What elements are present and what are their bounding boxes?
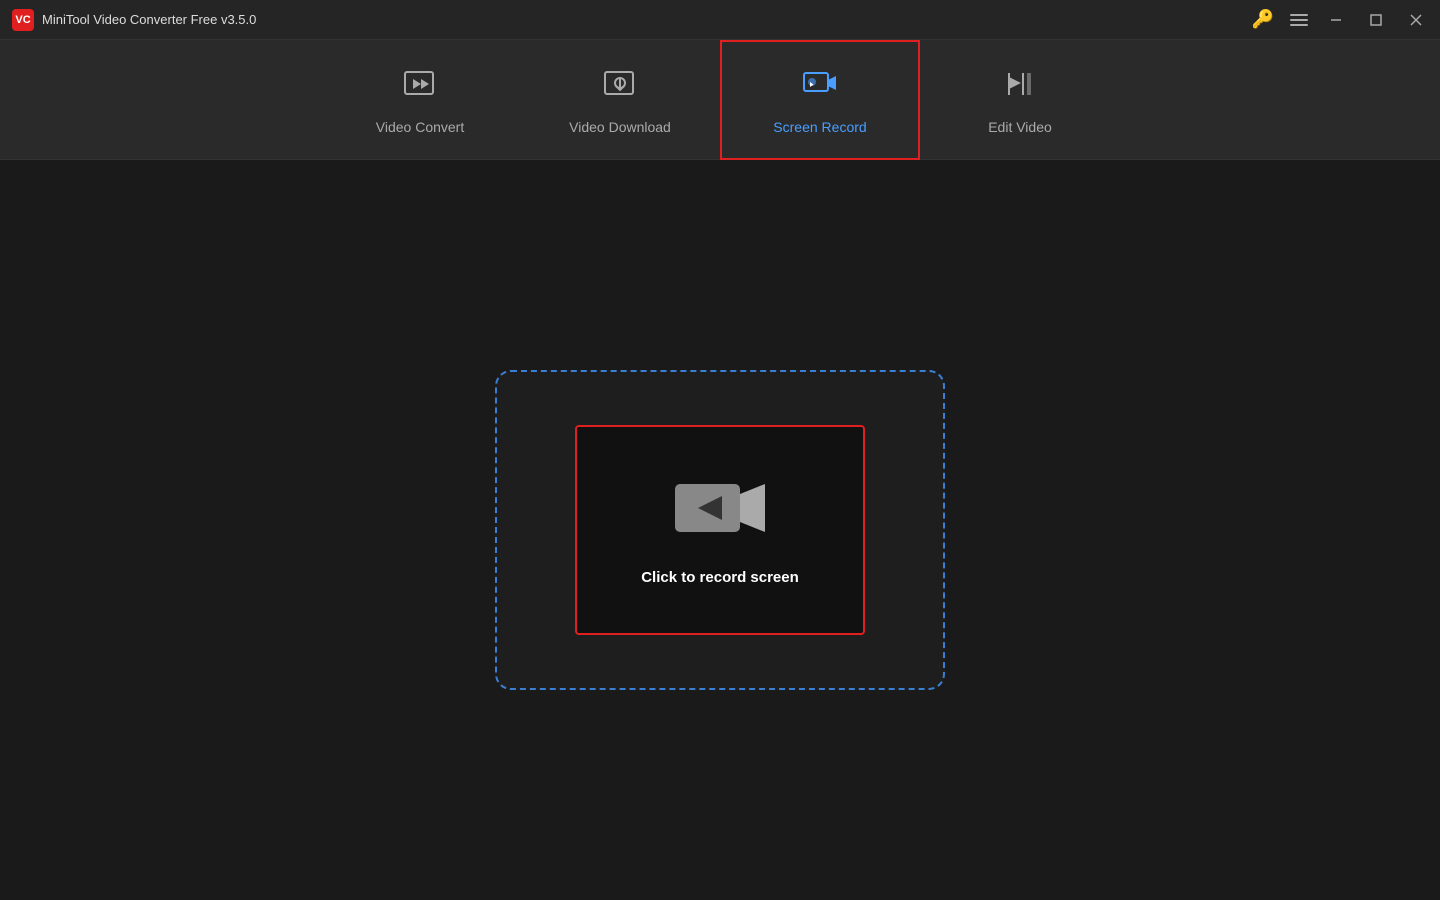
- title-bar-left: VC MiniTool Video Converter Free v3.5.0: [12, 9, 256, 31]
- record-label: Click to record screen: [641, 569, 799, 586]
- tab-edit-video-label: Edit Video: [988, 119, 1052, 135]
- tab-screen-record-label: Screen Record: [773, 119, 866, 135]
- title-bar-controls: 🔑: [1252, 8, 1428, 32]
- edit-video-icon: [1001, 65, 1039, 109]
- title-bar: VC MiniTool Video Converter Free v3.5.0 …: [0, 0, 1440, 40]
- video-convert-icon: [401, 65, 439, 109]
- main-content: Click to record screen: [0, 160, 1440, 900]
- tab-screen-record[interactable]: Screen Record: [720, 40, 920, 160]
- screen-record-icon: [801, 65, 839, 109]
- maximize-button[interactable]: [1364, 8, 1388, 32]
- record-camera-icon: [670, 474, 770, 549]
- tab-video-download[interactable]: Video Download: [520, 40, 720, 160]
- video-download-icon: [601, 65, 639, 109]
- app-logo: VC: [12, 9, 34, 31]
- record-screen-button[interactable]: Click to record screen: [575, 425, 865, 635]
- close-button[interactable]: [1404, 8, 1428, 32]
- tab-video-convert-label: Video Convert: [376, 119, 464, 135]
- tab-video-download-label: Video Download: [569, 119, 671, 135]
- app-title: MiniTool Video Converter Free v3.5.0: [42, 12, 256, 27]
- record-outer-container: Click to record screen: [495, 370, 945, 690]
- menu-icon[interactable]: [1290, 14, 1308, 26]
- key-icon[interactable]: 🔑: [1252, 9, 1274, 30]
- minimize-button[interactable]: [1324, 8, 1348, 32]
- tab-edit-video[interactable]: Edit Video: [920, 40, 1120, 160]
- tab-video-convert[interactable]: Video Convert: [320, 40, 520, 160]
- nav-bar: Video Convert Video Download Screen Reco…: [0, 40, 1440, 160]
